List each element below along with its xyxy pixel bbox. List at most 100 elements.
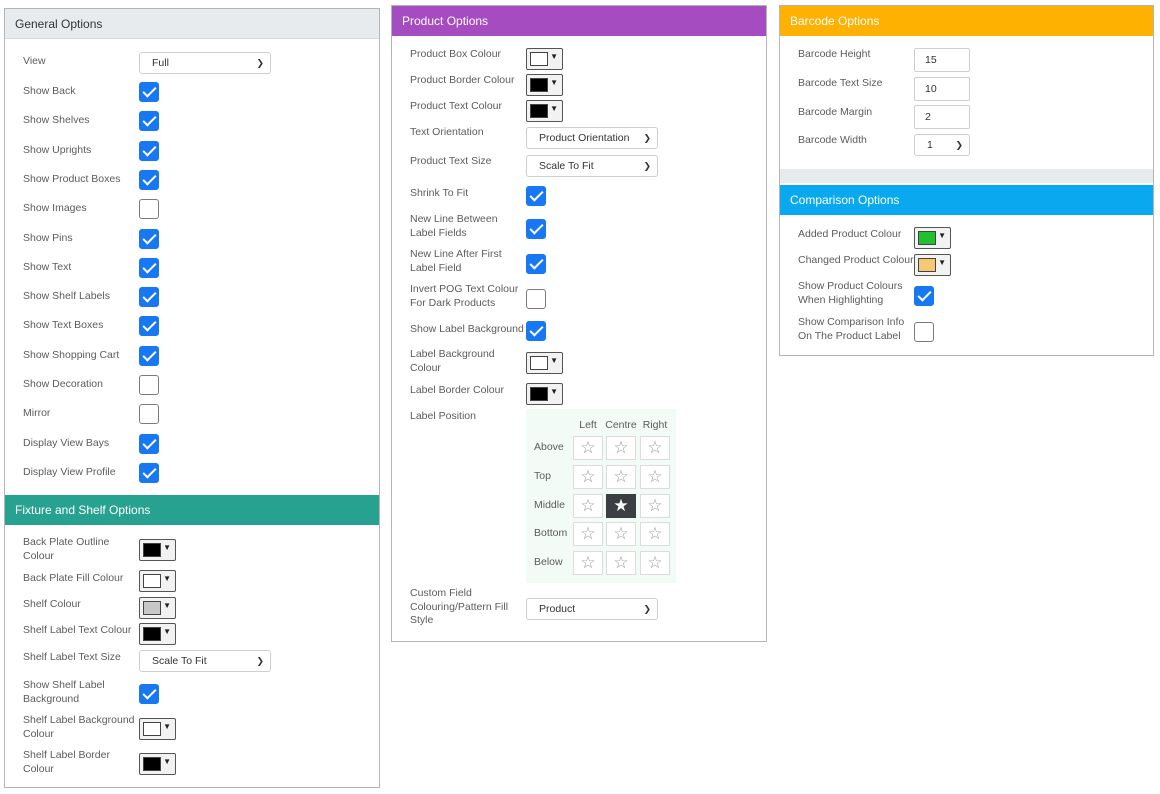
position-top-right-star-icon[interactable]: ☆ [640,465,670,489]
position-column-centre: Centre [605,419,637,431]
barcode-margin-label: Barcode Margin [798,106,873,118]
shelf-label-bg-colour-swatch[interactable]: ▼ [139,718,176,740]
product-border-colour-swatch[interactable]: ▼ [526,74,563,96]
new-line-after-checkbox[interactable] [526,254,546,274]
back-plate-outline-swatch[interactable]: ▼ [139,539,176,561]
text-orientation-select[interactable]: Product Orientation ❯ [526,127,658,149]
position-bottom-centre-star-icon[interactable]: ☆ [606,522,636,546]
text-orientation-label: Text Orientation [410,126,484,138]
shelf-label-border-colour-label: Shelf Label Border Colour [23,749,110,775]
position-row-bottom: Bottom [534,527,568,539]
shelf-label-text-size-select[interactable]: Scale To Fit ❯ [139,650,271,672]
show-shelf-label-bg-checkbox[interactable] [139,684,159,704]
view-label: View [23,55,46,67]
show-product-boxes-checkbox[interactable] [139,170,159,190]
dropdown-arrow-icon: ▼ [938,231,946,240]
dropdown-arrow-icon: ▼ [550,356,558,365]
label-bg-colour-swatch[interactable]: ▼ [526,352,563,374]
show-text-boxes-checkbox[interactable] [139,316,159,336]
show-pins-checkbox[interactable] [139,229,159,249]
show-back-label: Show Back [23,85,76,97]
barcode-width-value: 1 [927,139,933,151]
position-above-centre-star-icon[interactable]: ☆ [606,436,636,460]
position-bottom-right-star-icon[interactable]: ☆ [640,522,670,546]
view-select-value: Full [152,57,169,69]
new-line-between-checkbox[interactable] [526,219,546,239]
show-comparison-info-checkbox[interactable] [914,322,934,342]
added-product-colour-label: Added Product Colour [798,228,902,240]
product-text-size-select[interactable]: Scale To Fit ❯ [526,155,658,177]
show-product-colours-checkbox[interactable] [914,286,934,306]
product-options-header: Product Options [392,6,766,36]
text-orientation-value: Product Orientation [539,132,630,144]
swatch-color [143,543,161,557]
position-below-centre-star-icon[interactable]: ☆ [606,551,636,575]
section-separator [780,169,1153,183]
swatch-color [530,52,548,66]
shelf-colour-label: Shelf Colour [23,598,81,610]
show-text-label: Show Text [23,261,72,273]
show-shelf-label-bg-label: Show Shelf Label Background [23,679,105,705]
shrink-to-fit-checkbox[interactable] [526,186,546,206]
show-shelves-label: Show Shelves [23,114,90,126]
position-top-centre-star-icon[interactable]: ☆ [606,465,636,489]
fixture-options-header: Fixture and Shelf Options [5,495,379,525]
product-box-colour-swatch[interactable]: ▼ [526,48,563,70]
show-label-bg-checkbox[interactable] [526,321,546,341]
show-pins-label: Show Pins [23,232,73,244]
position-middle-centre-star-icon[interactable]: ★ [606,494,636,518]
barcode-text-size-label: Barcode Text Size [798,77,883,89]
position-middle-right-star-icon[interactable]: ☆ [640,494,670,518]
show-shelves-checkbox[interactable] [139,111,159,131]
shelf-label-border-colour-swatch[interactable]: ▼ [139,753,176,775]
invert-pog-checkbox[interactable] [526,289,546,309]
dropdown-arrow-icon: ▼ [163,627,171,636]
show-decoration-checkbox[interactable] [139,375,159,395]
changed-product-colour-swatch[interactable]: ▼ [914,254,951,276]
show-text-checkbox[interactable] [139,258,159,278]
display-view-bays-checkbox[interactable] [139,434,159,454]
barcode-margin-input[interactable]: 2 [914,105,970,129]
show-product-boxes-label: Show Product Boxes [23,173,121,185]
swatch-color [143,722,161,736]
general-options-panel: General Options View Full ❯ Fixture and … [4,8,380,788]
dropdown-arrow-icon: ▼ [938,258,946,267]
swatch-color [143,574,161,588]
show-shopping-cart-checkbox[interactable] [139,346,159,366]
position-below-right-star-icon[interactable]: ☆ [640,551,670,575]
label-border-colour-swatch[interactable]: ▼ [526,383,563,405]
show-shelf-labels-checkbox[interactable] [139,287,159,307]
general-options-header: General Options [5,9,379,39]
barcode-height-input[interactable]: 15 [914,48,970,72]
barcode-text-size-input[interactable]: 10 [914,77,970,101]
added-product-colour-swatch[interactable]: ▼ [914,227,951,249]
barcode-width-select[interactable]: 1 ❯ [914,134,970,156]
position-above-right-star-icon[interactable]: ☆ [640,436,670,460]
shelf-label-text-size-value: Scale To Fit [152,655,207,667]
custom-field-select[interactable]: Product ❯ [526,598,658,620]
dropdown-arrow-icon: ▼ [163,601,171,610]
shelf-label-bg-colour-label: Shelf Label Background Colour [23,714,135,740]
shelf-colour-swatch[interactable]: ▼ [139,597,176,619]
display-view-profile-checkbox[interactable] [139,463,159,483]
product-text-colour-swatch[interactable]: ▼ [526,100,563,122]
position-column-right: Right [642,419,668,431]
dropdown-arrow-icon: ▼ [550,387,558,396]
swatch-color [530,104,548,118]
position-bottom-left-star-icon[interactable]: ☆ [573,522,603,546]
position-middle-left-star-icon[interactable]: ☆ [573,494,603,518]
dropdown-arrow-icon: ▼ [550,104,558,113]
position-above-left-star-icon[interactable]: ☆ [573,436,603,460]
label-bg-colour-label: Label Background Colour [410,348,495,374]
mirror-checkbox[interactable] [139,404,159,424]
show-back-checkbox[interactable] [139,82,159,102]
position-row-top: Top [534,470,551,482]
view-select[interactable]: Full ❯ [139,52,271,74]
position-row-middle: Middle [534,499,565,511]
show-images-checkbox[interactable] [139,199,159,219]
show-uprights-checkbox[interactable] [139,141,159,161]
position-below-left-star-icon[interactable]: ☆ [573,551,603,575]
position-top-left-star-icon[interactable]: ☆ [573,465,603,489]
back-plate-fill-swatch[interactable]: ▼ [139,570,176,592]
shelf-label-text-colour-swatch[interactable]: ▼ [139,623,176,645]
